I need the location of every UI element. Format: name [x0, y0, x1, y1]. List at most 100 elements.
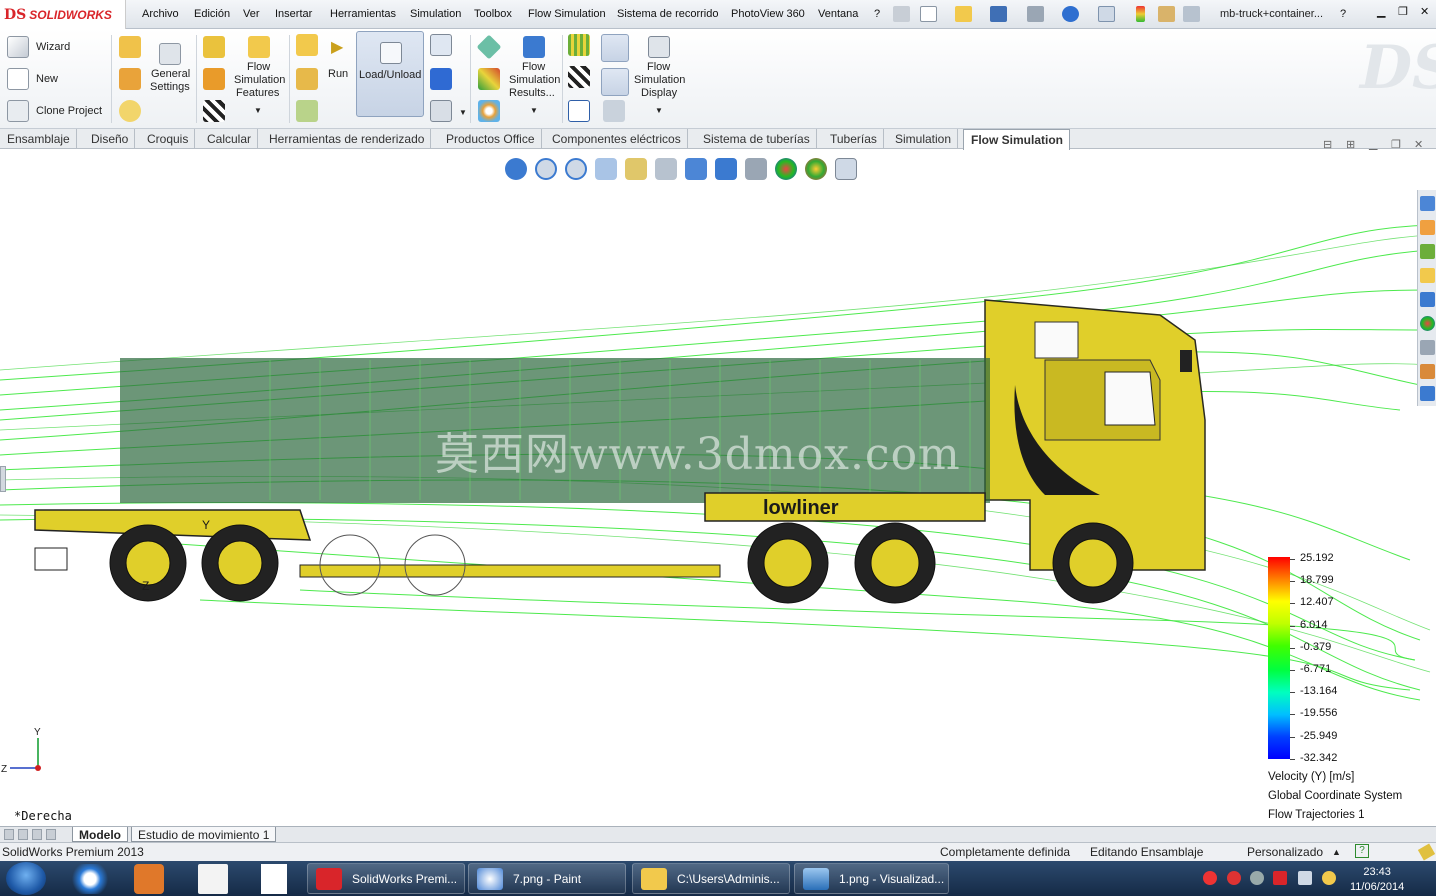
dynamic-annotation-icon[interactable] — [655, 158, 677, 180]
report-icon[interactable] — [568, 100, 590, 122]
task-pane-custom-properties-icon[interactable] — [1420, 340, 1435, 355]
goals-checkered-flag-icon[interactable] — [203, 100, 225, 122]
rebuild-traffic-light-icon[interactable] — [1136, 6, 1145, 22]
task-pane-flow-simulation-icon[interactable] — [1420, 364, 1435, 379]
flow-simulation-features-icon[interactable] — [248, 36, 270, 58]
taskbar-explorer[interactable]: C:\Users\Adminis... — [632, 863, 790, 894]
task-pane-explorer-icon[interactable] — [1420, 268, 1435, 283]
menu-ver[interactable]: Ver — [243, 8, 260, 20]
task-pane-appearances-icon[interactable] — [1420, 316, 1435, 331]
goal-plot-icon[interactable] — [568, 66, 590, 88]
feature-tree-expand-handle[interactable] — [0, 466, 6, 492]
create-lids-icon[interactable] — [296, 34, 318, 56]
calendar-app-icon[interactable] — [198, 864, 228, 894]
display-label-2[interactable]: Simulation — [634, 74, 685, 87]
options-icon[interactable] — [1183, 6, 1200, 22]
menu-flow-simulation[interactable]: Flow Simulation — [528, 8, 606, 20]
features-label-3[interactable]: Features — [236, 87, 279, 100]
restore-icon[interactable]: ❐ — [1398, 5, 1408, 18]
close-icon[interactable]: ✕ — [1420, 5, 1429, 18]
insert-components-icon[interactable] — [119, 68, 141, 90]
flow-trajectories-icon[interactable] — [478, 100, 500, 122]
clone-project-button[interactable]: Clone Project — [36, 105, 102, 118]
menu-photoview[interactable]: PhotoView 360 — [731, 8, 805, 20]
component-control-icon[interactable] — [119, 36, 141, 58]
rebuild-pencil-icon[interactable] — [1417, 843, 1436, 861]
display-dropdown-icon[interactable]: ▼ — [655, 104, 663, 117]
taskbar-clock[interactable]: 23:43 11/06/2014 — [1350, 865, 1404, 895]
flow-simulation-display-icon[interactable] — [648, 36, 670, 58]
boundary-condition-icon[interactable] — [203, 68, 225, 90]
tab-diseno[interactable]: Diseño — [84, 129, 136, 149]
new-document-icon[interactable] — [920, 6, 937, 22]
menu-edicion[interactable]: Edición — [194, 8, 230, 20]
computational-domain-icon[interactable] — [203, 36, 225, 58]
display-transparency-icon[interactable] — [603, 100, 625, 122]
tray-volume-icon[interactable] — [1298, 871, 1312, 885]
display-label-3[interactable]: Display — [641, 87, 677, 100]
isosurface-icon[interactable] — [478, 68, 500, 90]
zoom-to-area-icon[interactable] — [565, 158, 587, 180]
transfer-results-icon[interactable] — [430, 100, 452, 122]
menu-herramientas[interactable]: Herramientas — [330, 8, 396, 20]
save-icon[interactable] — [990, 6, 1007, 22]
hide-show-items-icon[interactable] — [745, 158, 767, 180]
tab-tuberias[interactable]: Tuberías — [823, 129, 884, 149]
results-dropdown-icon[interactable]: ▼ — [459, 106, 467, 119]
tab-flow-simulation[interactable]: Flow Simulation — [963, 129, 1070, 150]
task-pane-view-palette-icon[interactable] — [1420, 292, 1435, 307]
wizard-icon[interactable] — [7, 36, 29, 58]
section-view-icon[interactable] — [625, 158, 647, 180]
display-lightbulb-icon[interactable] — [601, 34, 629, 62]
display-geometry-icon[interactable] — [601, 68, 629, 96]
print-icon[interactable] — [1027, 6, 1044, 22]
general-settings-label-2[interactable]: Settings — [150, 81, 190, 94]
flow-simulation-results-icon[interactable] — [523, 36, 545, 58]
results-label-3[interactable]: Results... — [509, 87, 555, 100]
tray-antivirus-icon[interactable] — [1203, 871, 1217, 885]
run-button[interactable]: Run — [328, 68, 348, 81]
select-cursor-icon[interactable] — [1098, 6, 1115, 22]
start-button-icon[interactable] — [6, 862, 46, 895]
tab-sistema-tuberias[interactable]: Sistema de tuberías — [696, 129, 817, 149]
features-label-1[interactable]: Flow — [247, 61, 270, 74]
apply-scene-icon[interactable] — [805, 158, 827, 180]
run-icon[interactable]: ▶ — [331, 40, 343, 56]
general-settings-icon[interactable] — [159, 43, 181, 65]
results-label-2[interactable]: Simulation — [509, 74, 560, 87]
blank-document-icon[interactable] — [261, 864, 287, 894]
menu-toolbox[interactable]: Toolbox — [474, 8, 512, 20]
menu-sistema-de-recorrido[interactable]: Sistema de recorrido — [617, 8, 719, 20]
open-folder-icon[interactable] — [955, 6, 972, 22]
edit-appearance-icon[interactable] — [775, 158, 797, 180]
menu-archivo[interactable]: Archivo — [142, 8, 179, 20]
menu-simulation[interactable]: Simulation — [410, 8, 461, 20]
task-pane-library-icon[interactable] — [1420, 244, 1435, 259]
new-project-icon[interactable] — [7, 68, 29, 90]
tray-solidworks-icon[interactable] — [1273, 871, 1287, 885]
menu-help[interactable]: ? — [874, 8, 880, 20]
previous-tab-arrow-icon[interactable] — [18, 829, 28, 840]
zoom-to-fit-icon[interactable] — [535, 158, 557, 180]
minimize-icon[interactable]: ▁ — [1377, 5, 1385, 18]
task-pane-simulation-icon[interactable] — [1420, 386, 1435, 401]
features-dropdown-icon[interactable]: ▼ — [254, 104, 262, 117]
tab-productos-office[interactable]: Productos Office — [439, 129, 542, 149]
new-project-button[interactable]: New — [36, 73, 58, 86]
tab-ensamblaje[interactable]: Ensamblaje — [0, 129, 77, 149]
tray-power-icon[interactable] — [1322, 871, 1336, 885]
features-label-2[interactable]: Simulation — [234, 74, 285, 87]
tab-modelo[interactable]: Modelo — [72, 827, 128, 842]
help-icon[interactable]: ? — [1340, 8, 1346, 20]
taskbar-paint[interactable]: 7.png - Paint — [468, 863, 626, 894]
tab-simulation[interactable]: Simulation — [888, 129, 959, 149]
pan-icon[interactable] — [715, 158, 737, 180]
rotate-view-icon[interactable] — [505, 158, 527, 180]
previous-view-icon[interactable] — [595, 158, 617, 180]
results-more-dropdown-icon[interactable]: ▼ — [530, 104, 538, 117]
file-properties-icon[interactable] — [1158, 6, 1175, 22]
units-dropdown-icon[interactable]: ▲ — [1332, 847, 1341, 857]
media-player-icon[interactable] — [134, 864, 164, 894]
view-orientation-icon[interactable] — [685, 158, 707, 180]
solidworks-logo[interactable]: DS SOLIDWORKS — [0, 0, 126, 29]
